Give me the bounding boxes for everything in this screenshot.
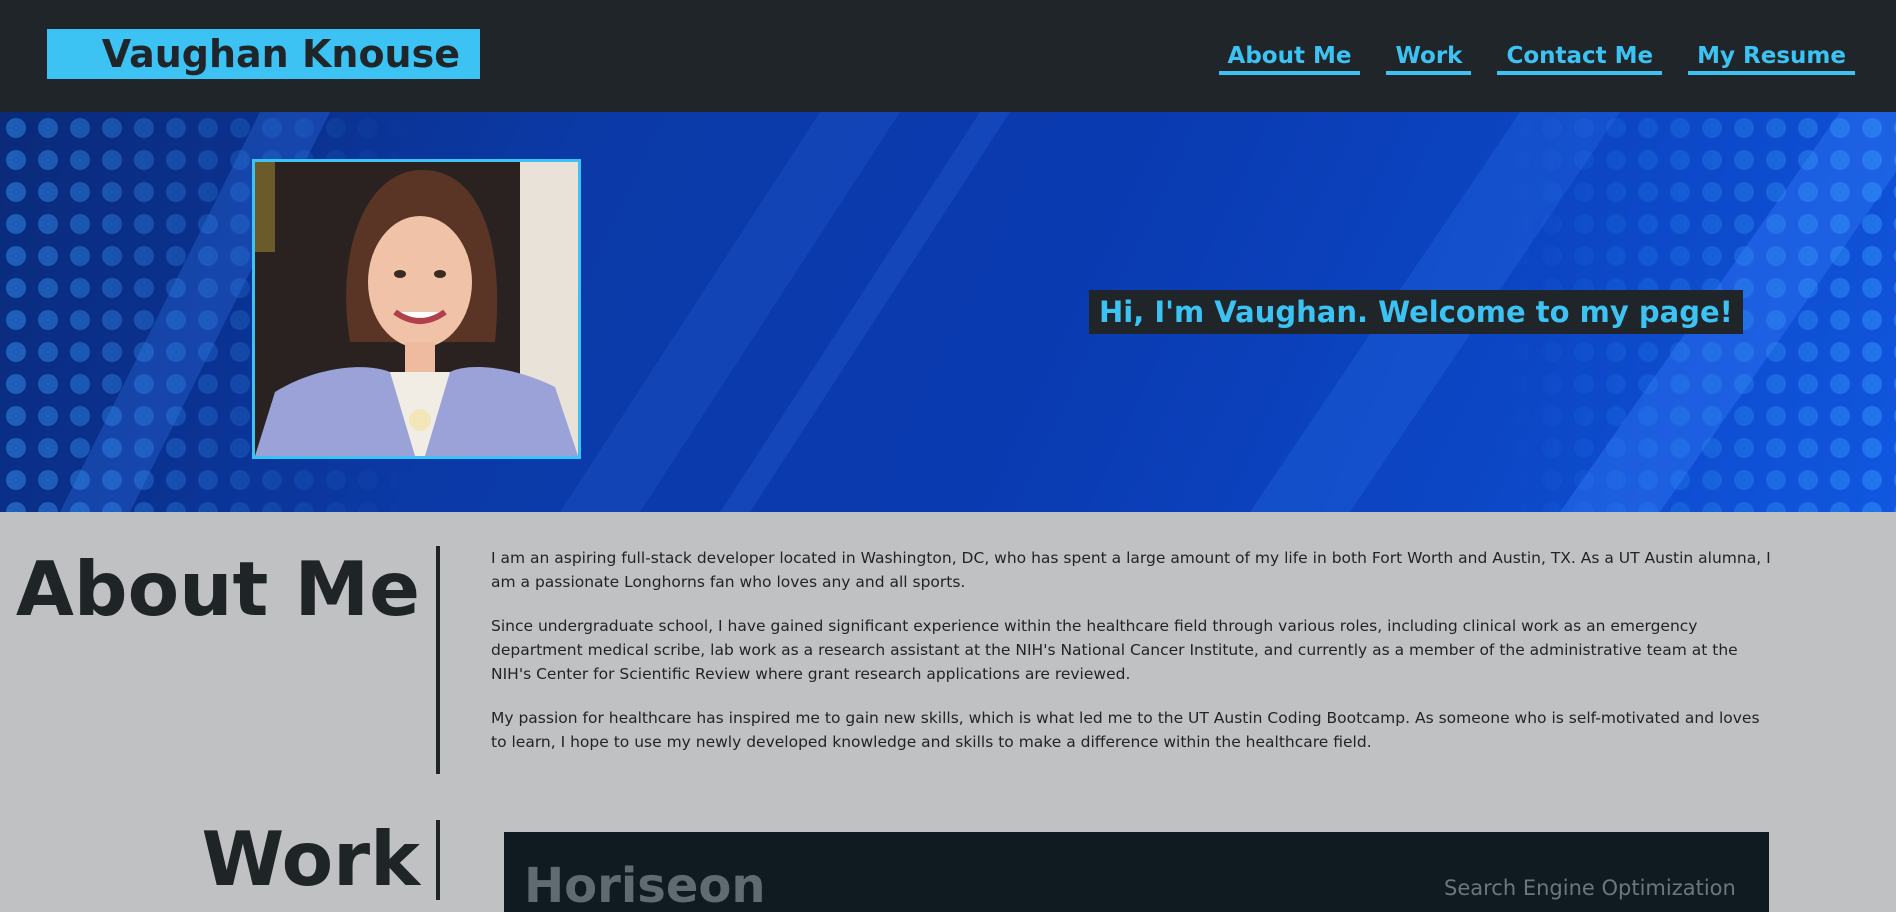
about-section-title: About Me	[15, 545, 420, 633]
project-preview-logo: Horiseon	[524, 858, 766, 912]
about-paragraph-2: Since undergraduate school, I have gaine…	[491, 617, 1738, 683]
site-header: Vaughan Knouse About Me Work Contact Me …	[0, 0, 1896, 112]
nav-contact-me[interactable]: Contact Me	[1497, 41, 1663, 75]
site-name: Vaughan Knouse	[101, 32, 460, 76]
about-paragraph-1: I am an aspiring full-stack developer lo…	[491, 549, 1771, 591]
project-preview-menu-item: Search Engine Optimization	[1444, 876, 1736, 900]
nav-my-resume[interactable]: My Resume	[1688, 41, 1855, 75]
hero-banner: Hi, I'm Vaughan. Welcome to my page!	[0, 112, 1896, 512]
project-preview-horiseon[interactable]: Horiseon Search Engine Optimization	[504, 832, 1769, 912]
nav-about-me[interactable]: About Me	[1218, 41, 1361, 75]
nav-work[interactable]: Work	[1386, 41, 1472, 75]
welcome-message: Hi, I'm Vaughan. Welcome to my page!	[1089, 290, 1743, 334]
about-divider	[436, 546, 440, 774]
site-name-banner: Vaughan Knouse	[47, 29, 480, 79]
profile-photo-illustration	[255, 162, 578, 456]
work-divider	[436, 820, 440, 900]
main-nav: About Me Work Contact Me My Resume	[1218, 41, 1855, 75]
work-section-title: Work	[201, 815, 420, 903]
about-paragraph-3: My passion for healthcare has inspired m…	[491, 709, 1760, 751]
profile-photo	[252, 159, 581, 459]
about-text: I am an aspiring full-stack developer lo…	[491, 546, 1776, 774]
